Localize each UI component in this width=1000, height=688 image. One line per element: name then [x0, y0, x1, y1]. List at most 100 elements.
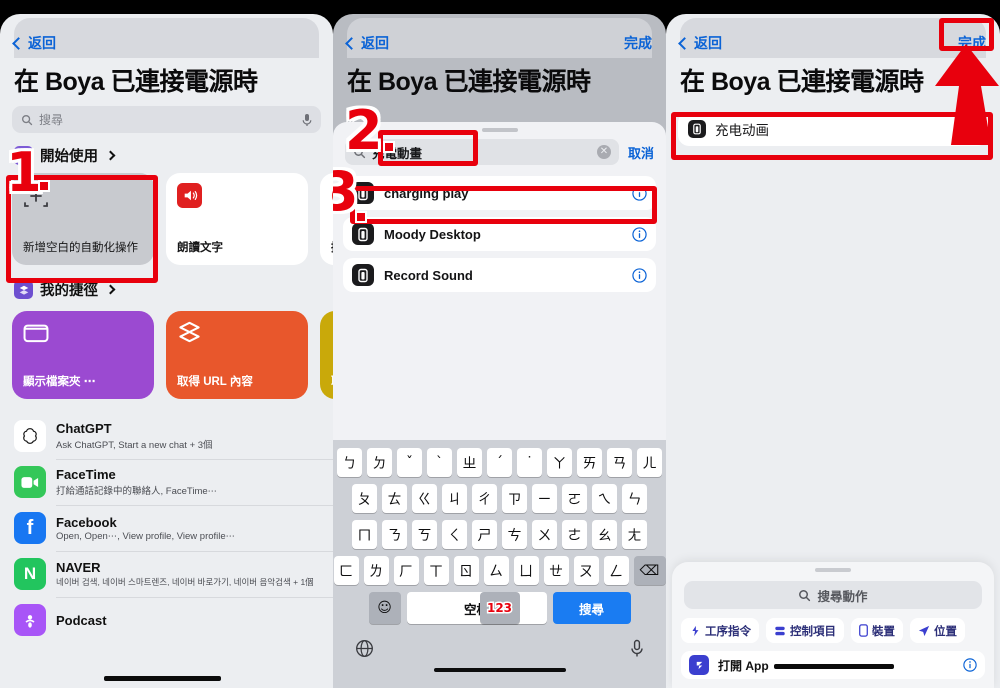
globe-icon[interactable] [355, 639, 374, 658]
key-ㄘ[interactable]: ㄘ [502, 520, 527, 549]
section-my-shortcuts[interactable]: 我的捷徑 [0, 265, 333, 307]
key-ㄉ[interactable]: ㄉ [367, 448, 392, 477]
chip-location[interactable]: 位置 [910, 618, 965, 643]
result-name: Moody Desktop [384, 226, 481, 242]
key-space[interactable]: 空格 [406, 592, 547, 624]
key-ㄧ[interactable]: ㄧ [532, 484, 557, 513]
card-speak-text[interactable]: 朗讀文字 [166, 173, 308, 265]
info-icon[interactable] [632, 267, 647, 283]
key-ㄖ[interactable]: ㄖ [453, 556, 479, 585]
key-ㄐ[interactable]: ㄐ [442, 484, 467, 513]
list-item[interactable]: Podcast [0, 597, 333, 643]
key-123[interactable]: 123 [479, 592, 520, 624]
key-ㄏ[interactable]: ㄏ [393, 556, 419, 585]
tile-show-folder[interactable]: 顯示檔案夾 ⋯ [12, 311, 154, 399]
key-ˇ[interactable]: ˇ [397, 448, 422, 477]
list-item[interactable]: N NAVER 네이버 검색, 네이버 스마트렌즈, 네이버 바로가기, 네이버… [0, 551, 333, 597]
key-ㄓ[interactable]: ㄓ [457, 448, 482, 477]
automation-name-input[interactable]: 充电动画 ✕ [678, 112, 988, 146]
key-ㄅ[interactable]: ㄅ [337, 448, 362, 477]
result-name: charging play [384, 185, 469, 201]
key-ㄩ[interactable]: ㄩ [513, 556, 539, 585]
key-ㄚ[interactable]: ㄚ [547, 448, 572, 477]
search-input[interactable]: 搜尋 [12, 106, 321, 133]
key-ㄆ[interactable]: ㄆ [352, 484, 377, 513]
action-picker-sheet: 搜尋動作 工序指令 控制項目 裝置 位置 打開 App [672, 562, 994, 688]
info-icon[interactable] [632, 185, 647, 201]
key-ㄦ[interactable]: ㄦ [637, 448, 662, 477]
key-ㄔ[interactable]: ㄔ [472, 484, 497, 513]
page-title: 在 Boya 已連接電源時 [680, 68, 924, 96]
result-row-record-sound[interactable]: Record Sound [343, 258, 656, 292]
key-ㄟ[interactable]: ㄟ [592, 484, 617, 513]
key-ㄗ[interactable]: ㄗ [502, 484, 527, 513]
result-name: Record Sound [384, 267, 473, 283]
back-label: 返回 [28, 35, 56, 51]
key-ㄛ[interactable]: ㄛ [562, 484, 587, 513]
list-item[interactable]: f Facebook Open, Open⋯, View profile, Vi… [0, 505, 333, 551]
info-icon[interactable] [632, 226, 647, 242]
middle-navbar: 返回 完成 [333, 26, 666, 60]
delete-icon[interactable]: ⌫ [633, 556, 666, 585]
mic-icon[interactable] [630, 639, 644, 658]
list-item[interactable]: FaceTime 打給通話記錄中的聯絡人, FaceTime⋯ [0, 459, 333, 505]
key-ㄣ[interactable]: ㄣ [622, 484, 647, 513]
emoji-icon[interactable]: ☺ [368, 592, 401, 624]
my-shortcuts-icon [14, 280, 33, 299]
list-item[interactable]: ChatGPT Ask ChatGPT, Start a new chat + … [0, 413, 333, 459]
key-ㄠ[interactable]: ㄠ [592, 520, 617, 549]
middle-screen: 返回 完成 在 Boya 已連接電源時 充電動畫 ✕ 取消 charging p… [333, 14, 666, 688]
key-ㄡ[interactable]: ㄡ [573, 556, 599, 585]
key-ㄨ[interactable]: ㄨ [532, 520, 557, 549]
done-button[interactable]: 完成 [958, 33, 986, 53]
chip-shortcuts[interactable]: 工序指令 [681, 618, 759, 643]
section-getting-started[interactable]: 開始使用 [0, 133, 333, 173]
key-ㄕ[interactable]: ㄕ [472, 520, 497, 549]
key-ㄋ[interactable]: ㄋ [382, 520, 407, 549]
clear-icon[interactable]: ✕ [596, 145, 611, 159]
key-ㄌ[interactable]: ㄌ [363, 556, 389, 585]
action-search-input[interactable]: 搜尋動作 [684, 581, 982, 609]
annotation-dot-2 [383, 141, 395, 153]
cancel-button[interactable]: 取消 [628, 143, 654, 162]
back-label: 返回 [361, 35, 389, 51]
done-button[interactable]: 完成 [624, 33, 652, 53]
keyboard-row-4: ㄈㄌㄏㄒㄖㄙㄩㄝㄡㄥ ⌫ [333, 556, 666, 585]
key-ㄙ[interactable]: ㄙ [483, 556, 509, 585]
sheet-grabber[interactable] [815, 568, 851, 572]
key-ㄒ[interactable]: ㄒ [423, 556, 449, 585]
key-ㄢ[interactable]: ㄢ [607, 448, 632, 477]
info-icon[interactable] [963, 658, 977, 672]
back-button[interactable]: 返回 [12, 33, 56, 53]
key-ㄑ[interactable]: ㄑ [442, 520, 467, 549]
chip-label: 位置 [934, 625, 957, 638]
keyboard-bottom-bar [333, 631, 666, 658]
key-ㄇ[interactable]: ㄇ [352, 520, 377, 549]
chip-controls[interactable]: 控制項目 [766, 618, 844, 643]
key-ˋ[interactable]: ˋ [427, 448, 452, 477]
tile-get-url-contents[interactable]: 取得 URL 內容 [166, 311, 308, 399]
result-row-moody-desktop[interactable]: Moody Desktop [343, 217, 656, 251]
key-ㄜ[interactable]: ㄜ [562, 520, 587, 549]
key-ㄈ[interactable]: ㄈ [333, 556, 359, 585]
key-˙[interactable]: ˙ [517, 448, 542, 477]
tile-get[interactable]: 取得 [320, 311, 333, 399]
card-play[interactable]: 播放 [320, 173, 333, 265]
back-button[interactable]: 返回 [345, 33, 389, 53]
key-ㄞ[interactable]: ㄞ [577, 448, 602, 477]
key-ㄊ[interactable]: ㄊ [382, 484, 407, 513]
key-ㄥ[interactable]: ㄥ [603, 556, 629, 585]
mic-icon[interactable] [302, 113, 312, 127]
onscreen-keyboard: ㄅㄉ ˇ ˋ ㄓ ˊ ˙ ㄚㄞㄢㄦ ㄆㄊㄍㄐㄔㄗㄧㄛㄟㄣ ㄇㄋㄎㄑㄕㄘㄨㄜㄠㄤ ㄈㄌㄏㄒㄖㄙ… [333, 440, 666, 688]
key-ㄎ[interactable]: ㄎ [412, 520, 437, 549]
clear-icon[interactable]: ✕ [963, 121, 978, 137]
key-ˊ[interactable]: ˊ [487, 448, 512, 477]
result-row-charging-play[interactable]: charging play [343, 176, 656, 210]
back-button[interactable]: 返回 [678, 33, 722, 53]
speaker-icon [177, 183, 297, 208]
key-ㄤ[interactable]: ㄤ [622, 520, 647, 549]
key-search[interactable]: 搜尋 [552, 592, 631, 624]
key-ㄍ[interactable]: ㄍ [412, 484, 437, 513]
key-ㄝ[interactable]: ㄝ [543, 556, 569, 585]
chip-device[interactable]: 裝置 [851, 618, 903, 643]
